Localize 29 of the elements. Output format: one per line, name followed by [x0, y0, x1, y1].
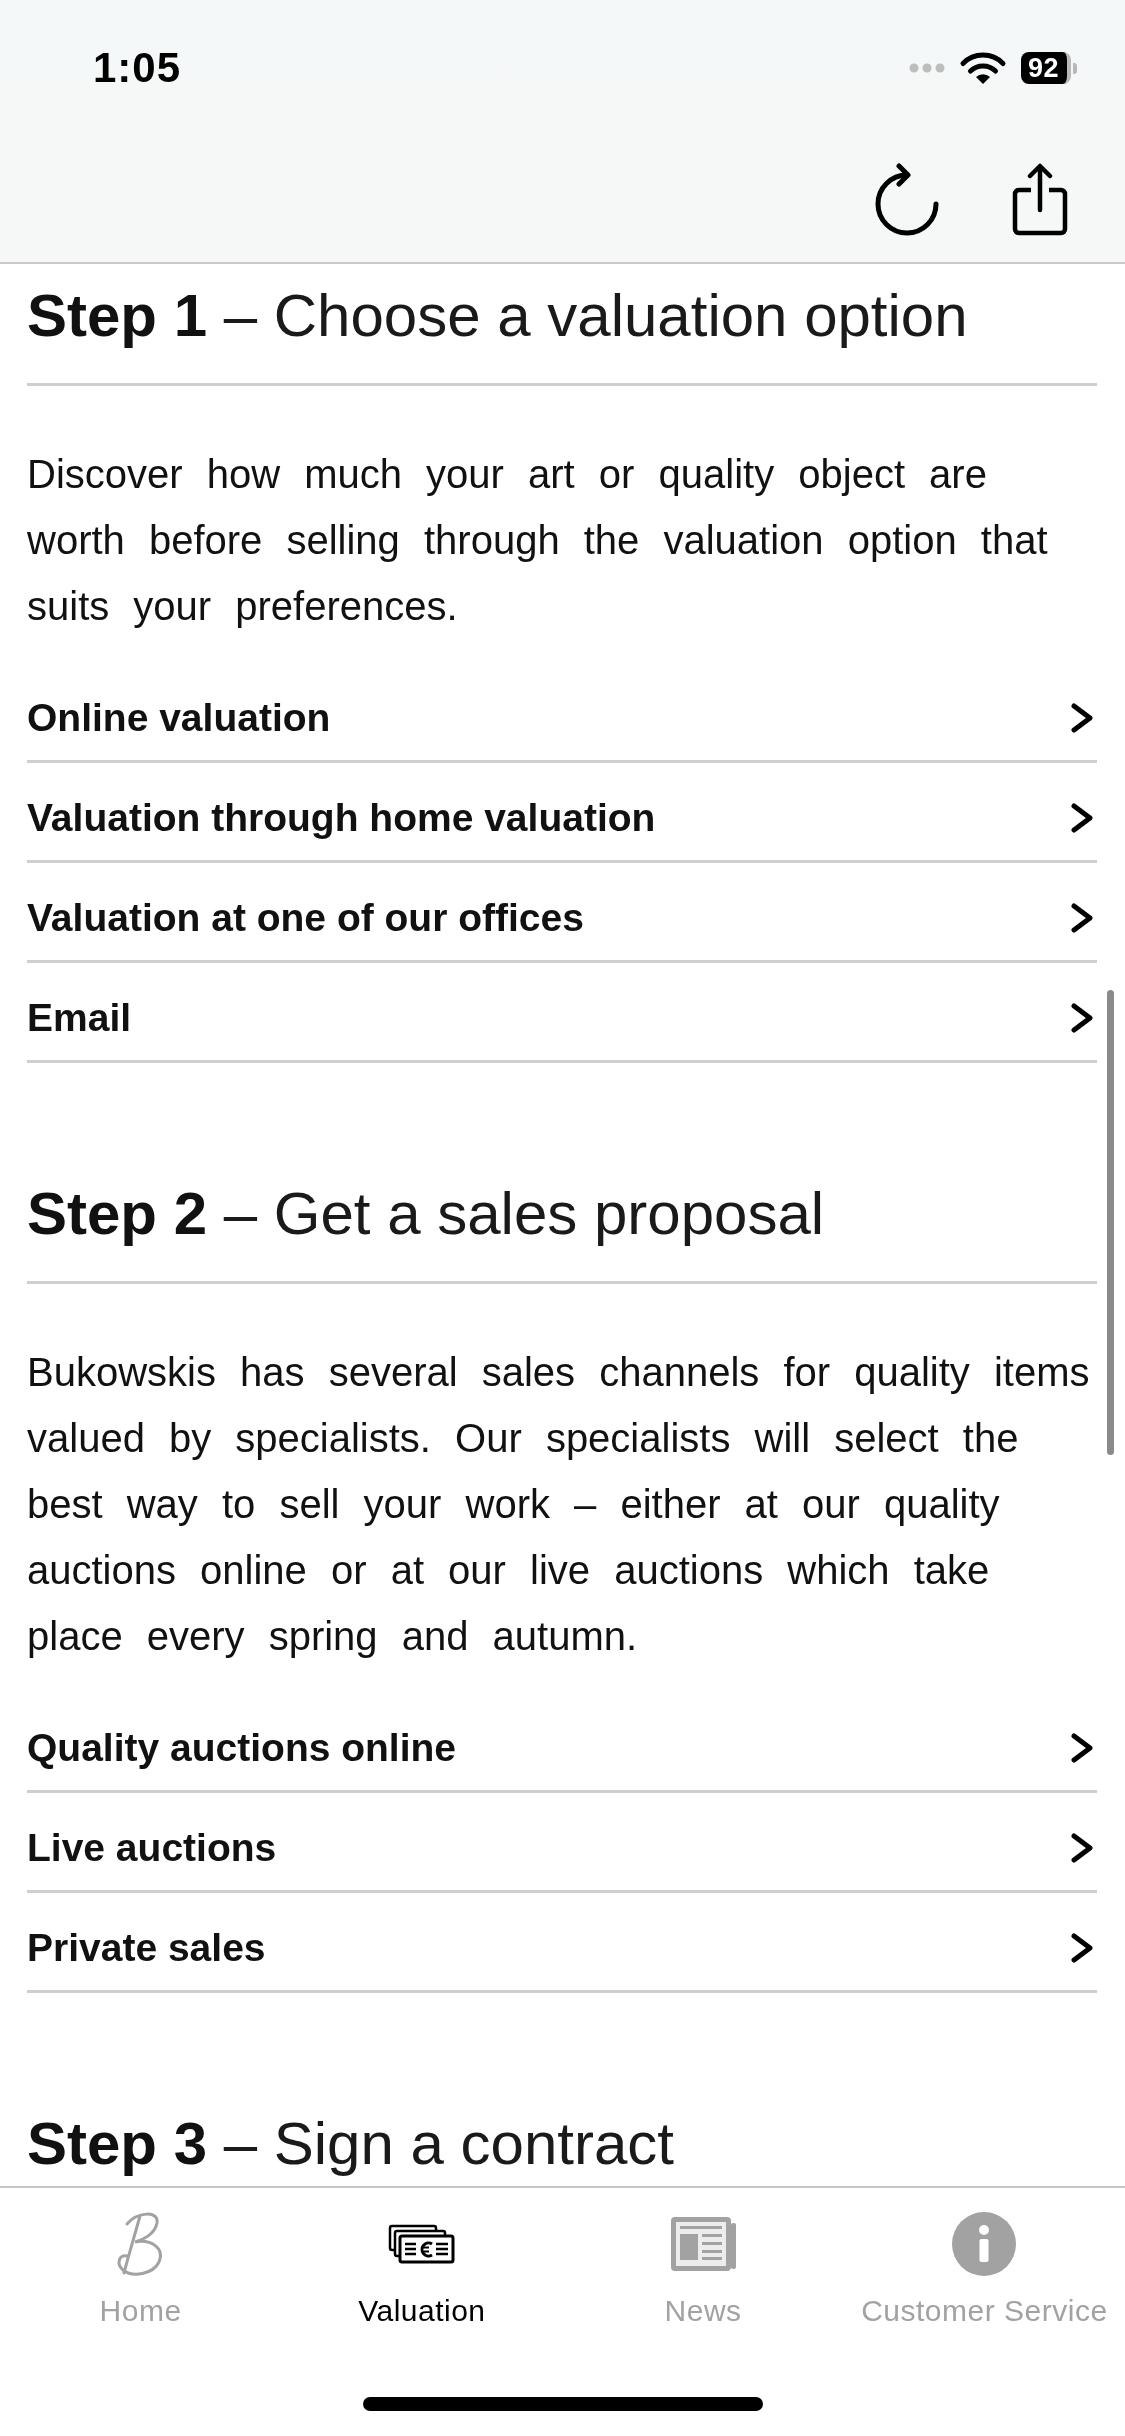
chevron-right-icon [1068, 1931, 1096, 1964]
newspaper-icon [670, 2217, 736, 2271]
option-link[interactable]: Live auctions [27, 1793, 1097, 1893]
option-link[interactable]: Email [27, 963, 1097, 1063]
chevron-right-icon [1068, 1001, 1096, 1034]
reload-icon[interactable] [875, 162, 939, 236]
chevron-right-icon [1068, 701, 1096, 734]
share-icon[interactable] [1011, 162, 1069, 236]
option-link[interactable]: Private sales [27, 1893, 1097, 1993]
status-time: 1:05 [93, 44, 182, 92]
chevron-right-icon [1068, 1731, 1096, 1764]
section-heading: Step 1 – Choose a valuation option [27, 281, 968, 351]
section-heading: Step 3 – Sign a contract [27, 2109, 674, 2179]
wifi-icon [958, 51, 1007, 85]
chevron-right-icon [1068, 801, 1096, 834]
section-description: Discover how much your art or quality object are worth before selling through the valuation option that suits your preferences. [27, 451, 1049, 630]
signal-icon [908, 63, 945, 73]
info-icon [952, 2212, 1017, 2276]
option-link[interactable]: Online valuation [27, 663, 1097, 763]
tab-bar-item[interactable]: Valuation [281, 2188, 563, 2329]
section-heading: Step 2 – Get a sales proposal [27, 1179, 825, 1249]
battery-percentage: 92 [1020, 52, 1071, 84]
chevron-right-icon [1068, 901, 1096, 934]
chevron-right-icon [1068, 1831, 1096, 1864]
option-link[interactable]: Valuation at one of our offices [27, 863, 1097, 963]
section-description: Bukowskis has several sales channels for quality items valued by specialists. Our specialists will select the best way to sell your work – either at our quality auctions online or at our live auctions which take place every spring and autumn. [27, 1349, 1091, 1660]
option-link[interactable]: Quality auctions online [27, 1693, 1097, 1793]
option-link[interactable]: Valuation through home valuation [27, 763, 1097, 863]
banknotes-icon [387, 2224, 456, 2264]
